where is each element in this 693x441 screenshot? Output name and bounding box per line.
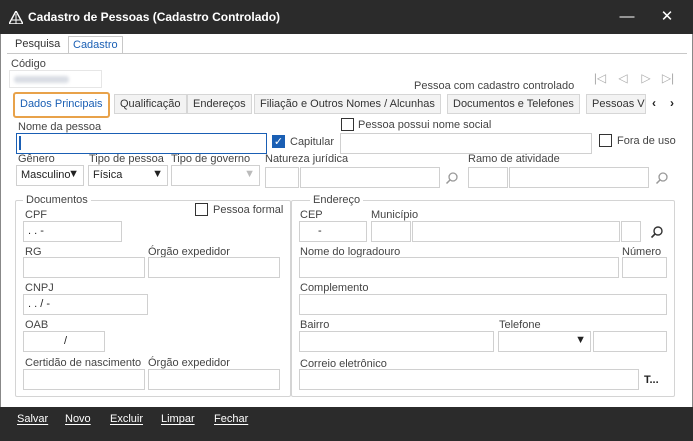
search-icon[interactable] xyxy=(445,171,459,185)
endereco-group-label: Endereço xyxy=(310,194,364,206)
oab-label: OAB xyxy=(25,319,49,331)
genero-select[interactable]: Masculino ▼ xyxy=(16,165,84,186)
numero-input[interactable] xyxy=(622,257,667,278)
controlled-status-text: Pessoa com cadastro controlado xyxy=(414,80,575,92)
window-title: Cadastro de Pessoas (Cadastro Controlado… xyxy=(28,10,281,24)
tipo-governo-select[interactable]: ▼ xyxy=(171,165,260,186)
codigo-value-blurred xyxy=(14,76,69,83)
logradouro-input[interactable] xyxy=(299,257,619,278)
telefone-input[interactable] xyxy=(593,331,667,352)
fora-de-uso-label: Fora de uso xyxy=(617,135,676,147)
municipio-uf-input[interactable] xyxy=(621,221,641,242)
tipo-pessoa-select[interactable]: Física ▼ xyxy=(88,165,168,186)
genero-label: Gênero xyxy=(18,153,55,165)
correio-input[interactable] xyxy=(299,369,639,390)
tab-divider xyxy=(7,53,687,54)
fora-de-uso-checkbox[interactable] xyxy=(599,134,612,147)
app-logo-icon xyxy=(9,11,23,24)
natureza-label: Natureza jurídica xyxy=(265,153,349,165)
orgao-expedidor-2-input[interactable] xyxy=(148,369,280,390)
certidao-input[interactable] xyxy=(23,369,145,390)
ramo-desc-input[interactable] xyxy=(509,167,649,188)
subtab-filiacao[interactable]: Filiação e Outros Nomes / Alcunhas xyxy=(254,94,441,114)
cnpj-label: CNPJ xyxy=(25,282,54,294)
bairro-label: Bairro xyxy=(300,319,330,331)
municipio-code-input[interactable] xyxy=(371,221,411,242)
title-bar: Cadastro de Pessoas (Cadastro Controlado… xyxy=(0,0,693,34)
complemento-label: Complemento xyxy=(300,282,369,294)
certidao-label: Certidão de nascimento xyxy=(25,357,142,369)
nav-first-button[interactable]: |◁ xyxy=(592,70,608,86)
minimize-button[interactable]: — xyxy=(612,6,642,28)
minimize-icon: — xyxy=(619,8,635,25)
capitular-checkbox[interactable]: ✓ xyxy=(272,135,285,148)
chevron-down-icon: ▼ xyxy=(244,168,255,180)
subtab-pessoas-vinculadas[interactable]: Pessoas Vi xyxy=(586,94,646,114)
codigo-field[interactable] xyxy=(9,70,102,88)
tabs-scroll-right-button[interactable]: › xyxy=(664,95,680,111)
excluir-button[interactable]: Excluir xyxy=(110,413,143,425)
chevron-down-icon: ▼ xyxy=(575,334,586,346)
nav-prev-button[interactable]: ◁ xyxy=(615,70,631,86)
complemento-input[interactable] xyxy=(299,294,667,315)
orgao-expedidor-2-label: Órgão expedidor xyxy=(148,357,230,369)
pessoa-formal-label: Pessoa formal xyxy=(213,204,284,216)
search-icon[interactable] xyxy=(650,225,664,239)
capitular-label: Capitular xyxy=(290,136,335,148)
action-bar xyxy=(0,407,693,441)
oab-input[interactable]: / xyxy=(23,331,105,352)
search-icon[interactable] xyxy=(655,171,669,185)
orgao-expedidor-input[interactable] xyxy=(148,257,280,278)
fechar-button[interactable]: Fechar xyxy=(214,413,248,425)
tab-pesquisa[interactable]: Pesquisa xyxy=(11,36,64,54)
subtab-dados-principais[interactable]: Dados Principais xyxy=(13,92,110,118)
telefone-type-select[interactable]: ▼ xyxy=(498,331,591,352)
nome-social-label: Pessoa possui nome social xyxy=(358,119,492,131)
nome-input[interactable] xyxy=(16,133,267,154)
nome-label: Nome da pessoa xyxy=(18,121,102,133)
cep-label: CEP xyxy=(300,209,323,221)
cpf-label: CPF xyxy=(25,209,47,221)
municipio-label: Município xyxy=(371,209,419,221)
ramo-code-input[interactable] xyxy=(468,167,508,188)
chevron-down-icon: ▼ xyxy=(68,168,79,180)
natureza-code-input[interactable] xyxy=(265,167,299,188)
genero-value: Masculino xyxy=(21,169,71,181)
nav-last-button[interactable]: ▷| xyxy=(660,70,676,86)
text-cursor xyxy=(19,136,21,150)
chevron-down-icon: ▼ xyxy=(152,168,163,180)
tabs-scroll-left-button[interactable]: ‹ xyxy=(646,95,662,111)
close-button[interactable]: ✕ xyxy=(652,6,682,28)
rg-input[interactable] xyxy=(23,257,145,278)
limpar-button[interactable]: Limpar xyxy=(161,413,195,425)
ramo-label: Ramo de atividade xyxy=(468,153,560,165)
subtab-enderecos[interactable]: Endereços xyxy=(187,94,252,114)
subtab-qualificacao[interactable]: Qualificação xyxy=(114,94,187,114)
correio-options-button[interactable]: T... xyxy=(644,374,659,386)
natureza-desc-input[interactable] xyxy=(300,167,440,188)
subtab-documentos-telefones[interactable]: Documentos e Telefones xyxy=(447,94,580,114)
cnpj-input[interactable]: . . / - xyxy=(23,294,148,315)
close-icon: ✕ xyxy=(660,8,674,25)
nav-next-button[interactable]: ▷ xyxy=(638,70,654,86)
cep-input[interactable]: - xyxy=(299,221,367,242)
municipio-name-input[interactable] xyxy=(412,221,620,242)
documentos-group-label: Documentos xyxy=(23,194,91,206)
cpf-input[interactable]: . . - xyxy=(23,221,122,242)
nome-social-input[interactable] xyxy=(340,133,592,154)
tipo-governo-label: Tipo de governo xyxy=(171,153,251,165)
bairro-input[interactable] xyxy=(299,331,494,352)
tab-cadastro[interactable]: Cadastro xyxy=(68,36,123,54)
tipo-pessoa-label: Tipo de pessoa xyxy=(89,153,164,165)
pessoa-formal-checkbox[interactable] xyxy=(195,203,208,216)
novo-button[interactable]: Novo xyxy=(65,413,91,425)
tipo-pessoa-value: Física xyxy=(93,169,123,181)
nome-social-checkbox[interactable] xyxy=(341,118,354,131)
codigo-label: Código xyxy=(11,58,46,70)
salvar-button[interactable]: Salvar xyxy=(17,413,48,425)
telefone-label: Telefone xyxy=(499,319,541,331)
